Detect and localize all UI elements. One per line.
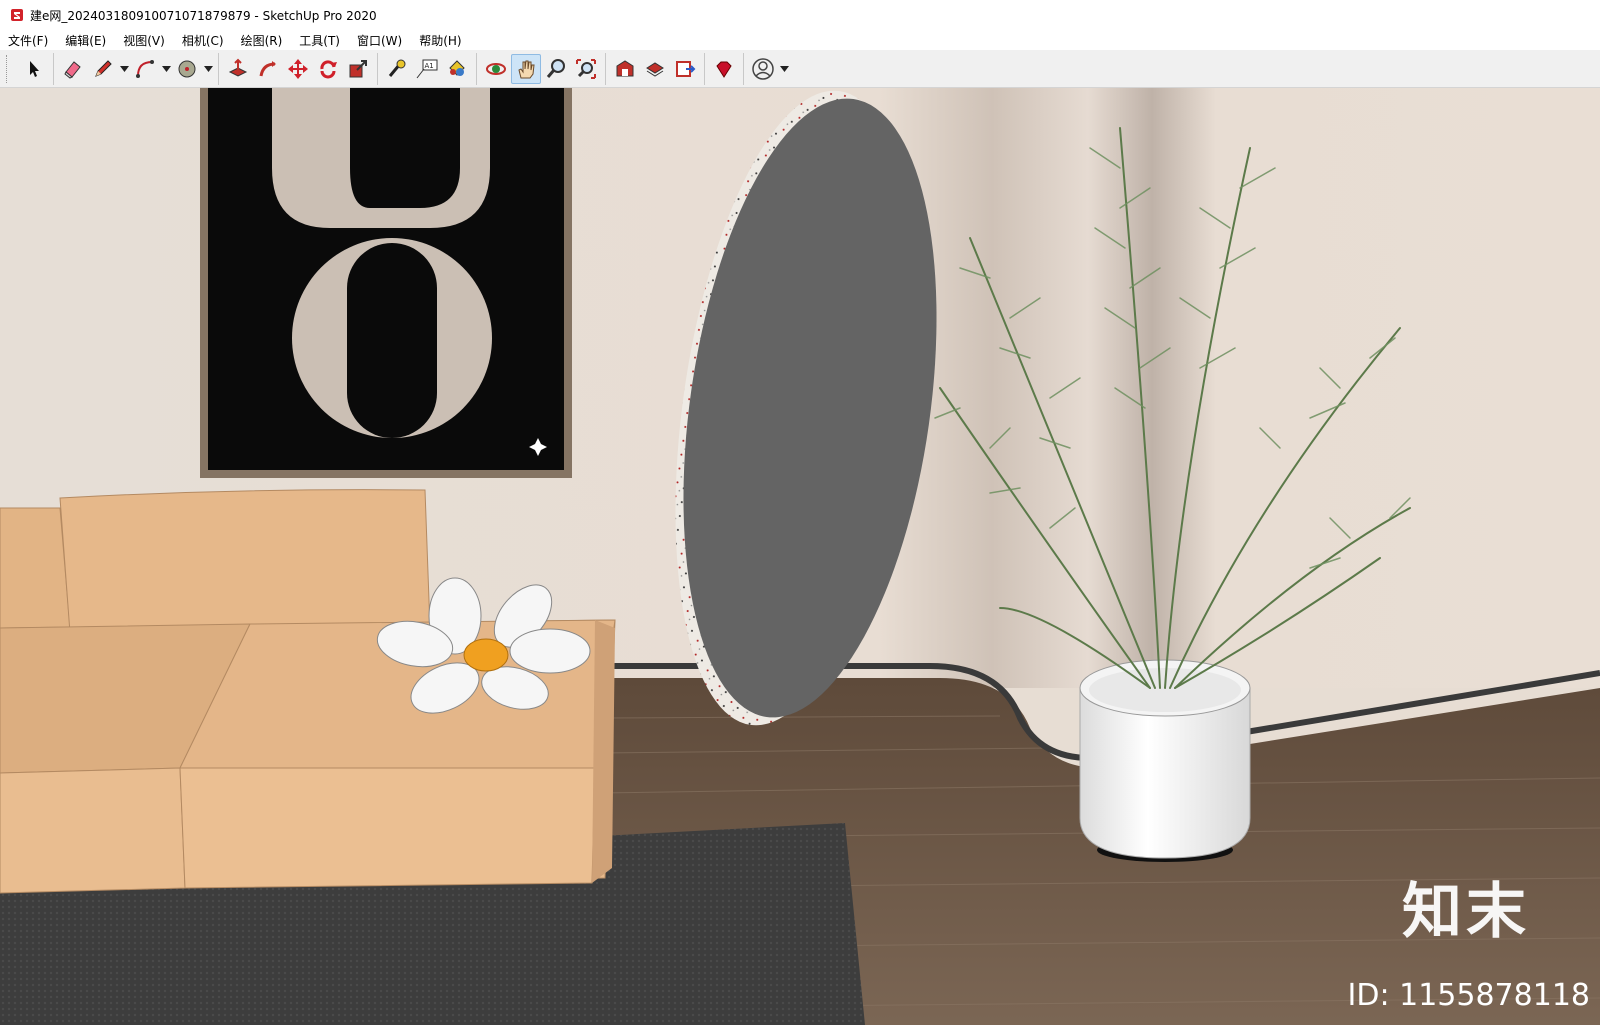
eraser-tool-button[interactable]	[58, 54, 88, 84]
rotate-tool-button[interactable]	[313, 54, 343, 84]
push-pull-tool-button[interactable]	[223, 54, 253, 84]
toolbar-grip[interactable]	[6, 54, 11, 83]
wall-poster	[200, 88, 572, 478]
text-tool-label: A1	[425, 62, 434, 70]
chevron-down-icon	[779, 65, 789, 72]
extension-warehouse-icon	[646, 61, 664, 77]
warehouse-button[interactable]	[610, 54, 640, 84]
menu-tools[interactable]: 工具(T)	[291, 32, 349, 49]
menu-draw[interactable]: 绘图(R)	[233, 32, 292, 49]
shape-dropdown[interactable]	[202, 54, 214, 84]
zoom-extents-icon	[576, 58, 596, 79]
zoom-extents-tool-button[interactable]	[571, 54, 601, 84]
text-icon: A1	[416, 59, 438, 78]
paint-bucket-tool-button[interactable]	[442, 54, 472, 84]
menu-file[interactable]: 文件(F)	[0, 32, 57, 49]
scale-icon	[349, 59, 367, 77]
extension-warehouse-button[interactable]	[640, 54, 670, 84]
ruby-icon	[716, 61, 732, 78]
toolbar-group-warehouse	[606, 52, 705, 85]
warehouse-icon	[616, 59, 634, 76]
menu-camera[interactable]: 相机(C)	[174, 32, 233, 49]
account-icon	[752, 57, 774, 80]
menu-window[interactable]: 窗口(W)	[349, 32, 411, 49]
main-toolbar: A1	[0, 50, 1600, 88]
pencil-icon	[95, 59, 112, 77]
rotate-icon	[320, 59, 337, 78]
toolbar-group-edit	[219, 52, 378, 85]
title-bar: 建e网_20240318091007107187​9879 - SketchUp…	[0, 0, 1600, 30]
send-to-layout-icon	[676, 60, 696, 77]
arc-icon	[136, 59, 154, 78]
move-icon	[288, 58, 308, 79]
toolbar-group-ruby	[705, 52, 744, 85]
paint-bucket-icon	[449, 59, 465, 76]
pan-tool-button[interactable]	[511, 53, 541, 84]
move-tool-button[interactable]	[283, 54, 313, 84]
menu-view[interactable]: 视图(V)	[115, 32, 174, 49]
shape-icon	[178, 60, 196, 77]
chevron-down-icon	[161, 65, 171, 72]
zoom-icon	[546, 58, 565, 78]
scale-tool-button[interactable]	[343, 54, 373, 84]
follow-me-tool-button[interactable]	[253, 54, 283, 84]
chevron-down-icon	[203, 65, 213, 72]
pencil-dropdown[interactable]	[118, 54, 130, 84]
tape-measure-icon	[388, 59, 406, 77]
push-pull-icon	[228, 58, 248, 77]
chevron-down-icon	[119, 65, 129, 72]
window-title: 建e网_20240318091007107187​9879 - SketchUp…	[30, 8, 377, 23]
pan-icon	[518, 60, 535, 78]
follow-me-icon	[259, 60, 276, 76]
pencil-tool-button[interactable]	[88, 54, 118, 84]
text-tool-button[interactable]: A1	[412, 54, 442, 84]
scene-render	[0, 88, 1600, 1025]
plant-pot	[1079, 659, 1251, 862]
watermark-id: ID: 1155878118	[1347, 978, 1590, 1013]
send-to-layout-button[interactable]	[670, 54, 700, 84]
watermark-brand: 知末	[1402, 877, 1530, 947]
ruby-console-button[interactable]	[709, 54, 739, 84]
account-dropdown[interactable]	[778, 54, 790, 84]
menu-edit[interactable]: 编辑(E)	[57, 32, 115, 49]
toolbar-group-account	[744, 53, 794, 85]
account-button[interactable]	[748, 54, 778, 84]
arc-tool-button[interactable]	[130, 54, 160, 84]
toolbar-group-construct: A1	[378, 52, 477, 85]
model-viewport[interactable]: 知末 ID: 1155878118	[0, 88, 1600, 1025]
shape-tool-button[interactable]	[172, 54, 202, 84]
toolbar-group-select	[15, 52, 54, 85]
select-tool-button[interactable]	[19, 54, 49, 84]
select-icon	[30, 60, 39, 77]
menu-bar: 文件(F) 编辑(E) 视图(V) 相机(C) 绘图(R) 工具(T) 窗口(W…	[0, 30, 1600, 50]
orbit-tool-button[interactable]	[481, 54, 511, 84]
menu-help[interactable]: 帮助(H)	[411, 32, 470, 49]
arc-dropdown[interactable]	[160, 54, 172, 84]
orbit-icon	[486, 62, 506, 75]
eraser-icon	[64, 60, 81, 79]
toolbar-group-draw	[54, 52, 219, 85]
tape-measure-tool-button[interactable]	[382, 54, 412, 84]
toolbar-group-camera	[477, 52, 606, 85]
sketchup-app-icon	[11, 9, 23, 21]
zoom-tool-button[interactable]	[541, 54, 571, 84]
